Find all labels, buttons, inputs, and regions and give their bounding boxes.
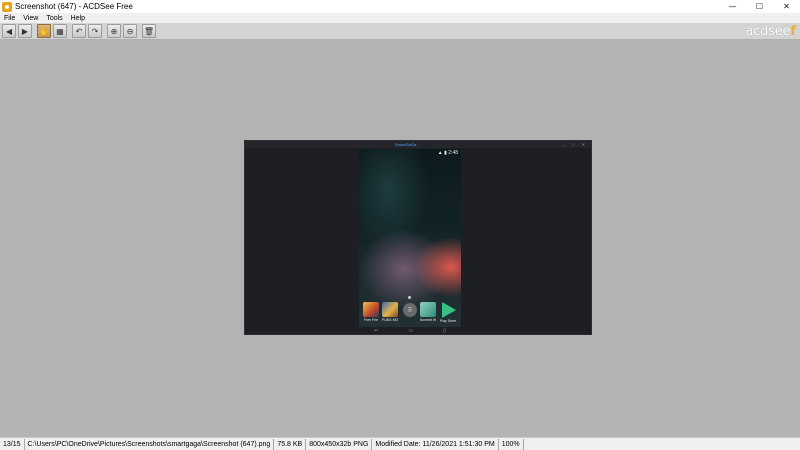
free-fire-icon — [363, 302, 379, 317]
zoom-in-icon[interactable]: ⊕ — [107, 24, 121, 38]
maximize-button[interactable]: ☐ — [746, 0, 773, 13]
emulator-title-bar: SmartGaGa – □ ✕ — [245, 141, 591, 148]
forward-arrow-icon[interactable]: ▶ — [18, 24, 32, 38]
nav-back-icon: ↩ — [374, 328, 379, 334]
modified-date: Modified Date: 11/26/2021 1:51:30 PM — [372, 438, 499, 450]
window-controls: — ☐ ✕ — [719, 0, 800, 13]
back-arrow-icon[interactable]: ◀ — [2, 24, 16, 38]
dock-app-launcher: ⠿ — [401, 302, 419, 317]
rotate-right-icon[interactable]: ↷ — [88, 24, 102, 38]
acdsee-logo: acdsee f — [745, 24, 796, 39]
summit-icon — [420, 302, 436, 317]
file-size: 75.8 KB — [274, 438, 307, 450]
app-launcher-icon: ⠿ — [403, 303, 417, 317]
play-store-icon — [442, 302, 456, 318]
menu-help[interactable]: Help — [67, 15, 89, 22]
app-label: Play Store — [439, 319, 457, 323]
emulator-window-buttons: – □ ✕ — [562, 142, 588, 147]
dock-app-summit: Summit W — [419, 302, 437, 322]
window-title: Screenshot (647) - ACDSee Free — [15, 2, 133, 11]
emulator-logo: SmartGaGa — [395, 142, 417, 147]
zoom-level: 100% — [499, 438, 524, 450]
brand-accent: f — [790, 24, 796, 39]
page-indicator — [408, 296, 411, 299]
acdsee-app-icon — [2, 1, 12, 12]
status-bar: 13/15 C:\Users\PC\OneDrive\Pictures\Scre… — [0, 437, 800, 450]
app-label: Free Fire — [363, 318, 379, 322]
nav-recent-icon: ▯ — [443, 328, 446, 334]
displayed-image: SmartGaGa – □ ✕ ▲ ▮ 2:48 Free Fire PUBG … — [244, 140, 592, 335]
image-dimensions: 800x450x32b PNG — [306, 438, 373, 450]
menu-file[interactable]: File — [0, 15, 19, 22]
title-bar: Screenshot (647) - ACDSee Free — ☐ ✕ — [0, 0, 800, 13]
rotate-left-icon[interactable]: ↶ — [72, 24, 86, 38]
select-icon[interactable]: ▦ — [53, 24, 67, 38]
android-home-screen: ▲ ▮ 2:48 Free Fire PUBG MO ⠿ Summit W Pl… — [359, 149, 461, 327]
file-path: C:\Users\PC\OneDrive\Pictures\Screenshot… — [25, 438, 275, 450]
image-viewer-canvas[interactable]: SmartGaGa – □ ✕ ▲ ▮ 2:48 Free Fire PUBG … — [0, 40, 800, 437]
nav-home-icon: ▭ — [408, 328, 414, 334]
hand-pan-icon[interactable]: ✋ — [37, 24, 51, 38]
delete-icon[interactable]: 🗑 — [142, 24, 156, 38]
dock-app-free-fire: Free Fire — [362, 302, 380, 322]
pubg-icon — [382, 302, 398, 317]
minimize-button[interactable]: — — [719, 0, 746, 13]
app-label: Summit W — [419, 318, 437, 322]
image-position: 13/15 — [0, 438, 25, 450]
android-nav-bar: ↩ ▭ ▯ — [359, 328, 461, 334]
menu-view[interactable]: View — [19, 15, 42, 22]
brand-text: acdsee — [745, 24, 791, 39]
app-label: PUBG MO — [381, 318, 399, 322]
dock-app-pubg: PUBG MO — [381, 302, 399, 322]
dock-app-play-store: Play Store — [439, 302, 457, 323]
zoom-out-icon[interactable]: ⊖ — [123, 24, 137, 38]
app-dock: Free Fire PUBG MO ⠿ Summit W Play Store — [359, 302, 461, 326]
android-status-bar: ▲ ▮ 2:48 — [437, 150, 458, 156]
close-button[interactable]: ✕ — [773, 0, 800, 13]
menu-bar: File View Tools Help — [0, 13, 800, 23]
toolbar: ◀ ▶ ✋ ▦ ↶ ↷ ⊕ ⊖ 🗑 acdsee f — [0, 23, 800, 40]
menu-tools[interactable]: Tools — [42, 15, 66, 22]
